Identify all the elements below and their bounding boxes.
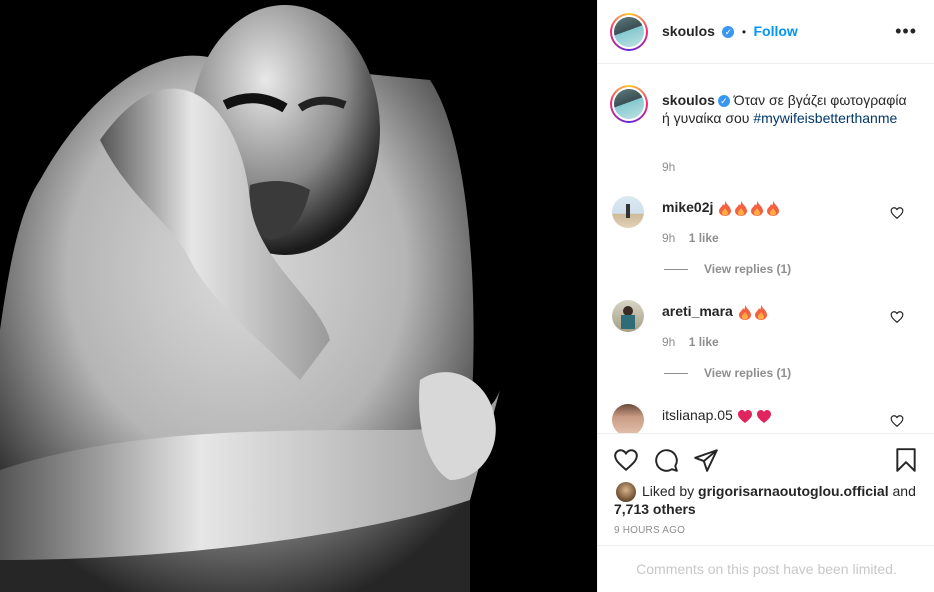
comments-list[interactable]: skoulos ✓ Όταν σε βγάζει φωτογραφία ή γυν… [598, 65, 934, 433]
separator-dot: • [741, 25, 747, 39]
comment: itslianap.05 [662, 407, 773, 424]
likes-and: and [892, 483, 916, 499]
comment-username[interactable]: areti_mara [662, 303, 733, 319]
comment-likes[interactable]: 1 like [689, 231, 719, 245]
comment-meta: 9h 1 like [662, 335, 719, 349]
view-replies-label: View replies (1) [704, 366, 792, 380]
author-avatar[interactable] [610, 13, 648, 51]
red-heart-icon [737, 407, 773, 424]
like-icon[interactable] [613, 447, 639, 473]
liker-username[interactable]: grigorisarnaoutoglou.official [698, 483, 889, 499]
follow-button[interactable]: Follow [753, 23, 797, 39]
caption: skoulos ✓ Όταν σε βγάζει φωτογραφία ή γυν… [662, 91, 912, 127]
post-photo[interactable] [0, 0, 597, 592]
post-timestamp[interactable]: 9 HOURS AGO [614, 525, 685, 536]
comment-avatar[interactable] [612, 300, 644, 332]
caption-time[interactable]: 9h [662, 160, 675, 174]
like-comment-icon[interactable] [890, 310, 904, 324]
comment-avatar[interactable] [612, 404, 644, 433]
view-replies-label: View replies (1) [704, 262, 792, 276]
caption-hashtag[interactable]: #mywifeisbetterthanme [753, 110, 897, 126]
comment: areti_mara [662, 303, 769, 321]
save-bookmark-icon[interactable] [893, 447, 919, 473]
like-comment-icon[interactable] [890, 414, 904, 428]
others-count[interactable]: 7,713 others [614, 501, 696, 517]
view-replies-button[interactable]: View replies (1) [664, 366, 791, 380]
comment-username[interactable]: itslianap.05 [662, 407, 733, 423]
comment-username[interactable]: mike02j [662, 199, 713, 215]
replies-line [664, 373, 688, 375]
post-actions: Liked by grigorisarnaoutoglou.official a… [598, 433, 934, 592]
author-username[interactable]: skoulos [662, 23, 715, 39]
likes-count: 7,713 others [614, 500, 914, 518]
liked-by-label: Liked by [642, 483, 695, 499]
post-photo-image [0, 0, 597, 592]
replies-line [664, 269, 688, 271]
caption-avatar[interactable] [610, 85, 648, 123]
share-icon[interactable] [693, 447, 719, 473]
comment: mike02j [662, 199, 781, 217]
post-header: skoulos ✓ • Follow ••• [598, 0, 934, 64]
like-comment-icon[interactable] [890, 206, 904, 220]
verified-badge-icon: ✓ [717, 95, 730, 108]
comment-avatar[interactable] [612, 196, 644, 228]
fire-icon [717, 199, 781, 217]
fire-icon [737, 303, 769, 321]
verified-badge-icon: ✓ [722, 25, 735, 38]
view-replies-button[interactable]: View replies (1) [664, 262, 791, 276]
comment-meta: 9h 1 like [662, 231, 719, 245]
liker-avatar[interactable] [616, 482, 636, 502]
post-side-panel: skoulos ✓ • Follow ••• skoulos ✓ Όταν σε … [597, 0, 934, 592]
instagram-post-modal: skoulos ✓ • Follow ••• skoulos ✓ Όταν σε … [0, 0, 934, 592]
comment-likes[interactable]: 1 like [689, 335, 719, 349]
likes-summary: Liked by grigorisarnaoutoglou.official a… [642, 482, 922, 500]
comment-time[interactable]: 9h [662, 231, 675, 245]
comments-limited-notice: Comments on this post have been limited. [598, 545, 934, 592]
caption-username[interactable]: skoulos [662, 92, 715, 108]
comment-time[interactable]: 9h [662, 335, 675, 349]
more-options-icon[interactable]: ••• [895, 22, 917, 40]
comment-icon[interactable] [653, 447, 679, 473]
